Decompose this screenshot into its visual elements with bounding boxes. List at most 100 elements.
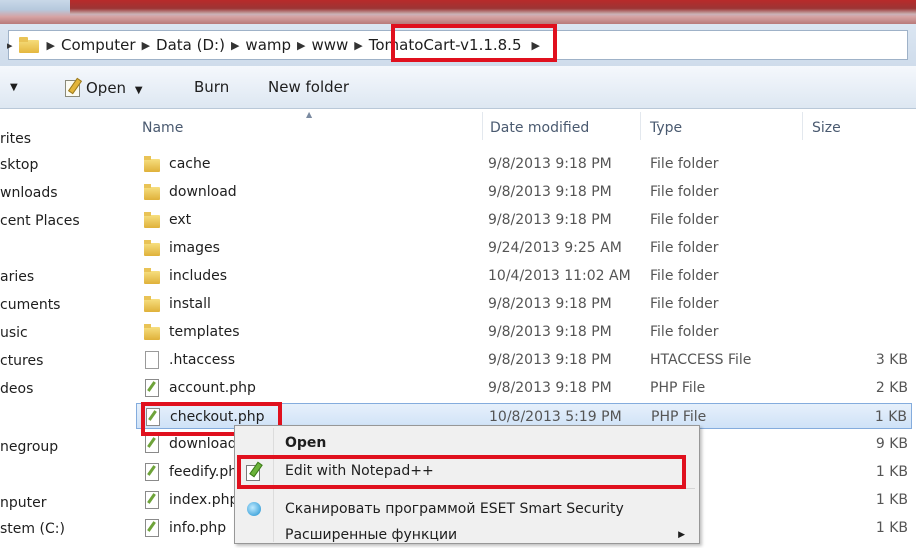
file-name: download xyxy=(169,436,237,452)
nav-item-music[interactable]: usic xyxy=(0,325,28,341)
file-row[interactable]: templates 9/8/2013 9:18 PM File folder xyxy=(136,319,912,345)
file-type: File folder xyxy=(650,240,719,256)
file-type: File folder xyxy=(650,184,719,200)
file-type: HTACCESS File xyxy=(650,352,752,368)
php-file-icon xyxy=(142,491,162,509)
file-date: 10/8/2013 5:19 PM xyxy=(489,409,622,425)
file-date: 9/8/2013 9:18 PM xyxy=(488,212,612,228)
file-name: includes xyxy=(169,268,228,284)
file-row[interactable]: .htaccess 9/8/2013 9:18 PM HTACCESS File 3 … xyxy=(136,347,912,373)
file-type: PHP File xyxy=(651,409,707,425)
breadcrumb-wamp[interactable]: wamp xyxy=(245,36,291,54)
file-name: ext xyxy=(169,212,192,228)
organize-dropdown-arrow-icon[interactable]: ▼ xyxy=(10,82,18,93)
context-menu-eset-scan-label: Сканировать программой ESET Smart Securi… xyxy=(285,501,624,517)
folder-icon xyxy=(18,37,39,53)
nav-item-pictures[interactable]: ctures xyxy=(0,353,43,369)
chevron-right-icon[interactable]: ▶ xyxy=(47,39,55,52)
file-type: File folder xyxy=(650,324,719,340)
chevron-right-icon[interactable]: ▶ xyxy=(297,39,305,52)
open-dropdown-arrow-icon[interactable]: ▼ xyxy=(135,85,143,96)
file-name: cache xyxy=(169,156,211,172)
open-button[interactable]: Open ▼ xyxy=(64,78,143,97)
file-type: File folder xyxy=(650,268,719,284)
file-row[interactable]: download 9/8/2013 9:18 PM File folder xyxy=(136,179,912,205)
file-date: 9/8/2013 9:18 PM xyxy=(488,184,612,200)
file-type: File folder xyxy=(650,156,719,172)
file-name: feedify.ph xyxy=(169,464,238,480)
file-row[interactable]: ext 9/8/2013 9:18 PM File folder xyxy=(136,207,912,233)
column-divider[interactable] xyxy=(482,112,483,140)
php-file-icon xyxy=(142,435,162,453)
eset-icon xyxy=(247,502,261,516)
folder-icon xyxy=(142,267,162,285)
column-header-name[interactable]: Name xyxy=(142,120,183,136)
file-date: 9/8/2013 9:18 PM xyxy=(488,296,612,312)
nav-item-desktop[interactable]: sktop xyxy=(0,157,38,173)
folder-icon xyxy=(142,239,162,257)
file-size: 1 KB xyxy=(875,520,908,536)
chevron-right-icon[interactable]: ▶ xyxy=(142,39,150,52)
column-header-date[interactable]: Date modified xyxy=(490,120,589,136)
column-header-type[interactable]: Type xyxy=(650,120,682,136)
file-size: 1 KB xyxy=(874,409,907,425)
file-type: File folder xyxy=(650,296,719,312)
file-row[interactable]: images 9/24/2013 9:25 AM File folder xyxy=(136,235,912,261)
file-date: 9/24/2013 9:25 AM xyxy=(488,240,622,256)
nav-item-documents[interactable]: cuments xyxy=(0,297,60,313)
folder-icon xyxy=(142,295,162,313)
column-headers: Name Date modified Type Size xyxy=(130,109,916,139)
file-name: templates xyxy=(169,324,240,340)
php-file-icon xyxy=(142,379,162,397)
file-row[interactable]: includes 10/4/2013 11:02 AM File folder xyxy=(136,263,912,289)
highlight-box-edit-notepad xyxy=(237,455,686,489)
breadcrumb-computer[interactable]: Computer xyxy=(61,36,136,54)
nav-item-homegroup[interactable]: negroup xyxy=(0,439,58,455)
file-row[interactable]: account.php 9/8/2013 9:18 PM PHP File 2 KB xyxy=(136,375,912,401)
file-icon xyxy=(142,351,162,369)
column-divider[interactable] xyxy=(802,112,803,140)
context-menu-eset-scan[interactable]: Сканировать программой ESET Smart Securi… xyxy=(235,496,699,522)
chevron-right-icon[interactable]: ▶ xyxy=(231,39,239,52)
column-divider[interactable] xyxy=(640,112,641,140)
file-size: 1 KB xyxy=(875,464,908,480)
open-button-label: Open xyxy=(86,79,127,97)
breadcrumb-data-drive[interactable]: Data (D:) xyxy=(156,36,225,54)
submenu-arrow-icon: ▶ xyxy=(678,530,685,540)
nav-item-downloads[interactable]: wnloads xyxy=(0,185,58,201)
column-header-size[interactable]: Size xyxy=(812,120,841,136)
folder-icon xyxy=(142,211,162,229)
file-row[interactable]: cache 9/8/2013 9:18 PM File folder xyxy=(136,151,912,177)
file-date: 9/8/2013 9:18 PM xyxy=(488,324,612,340)
command-toolbar: ▼ Open ▼ Burn New folder xyxy=(0,66,916,109)
context-menu-advanced[interactable]: Расширенные функции ▶ xyxy=(235,522,699,548)
nav-item-favorites[interactable]: rites xyxy=(0,131,31,147)
context-menu-open[interactable]: Open xyxy=(235,430,699,456)
window-title-bar xyxy=(0,0,916,24)
php-file-icon xyxy=(142,519,162,537)
breadcrumb-www[interactable]: www xyxy=(311,36,348,54)
nav-item-videos[interactable]: deos xyxy=(0,381,33,397)
nav-item-computer[interactable]: nputer xyxy=(0,495,47,511)
burn-button[interactable]: Burn xyxy=(194,78,229,96)
file-name: images xyxy=(169,240,220,256)
folder-icon xyxy=(142,183,162,201)
file-date: 9/8/2013 9:18 PM xyxy=(488,352,612,368)
highlight-box-tomatocart xyxy=(391,24,557,62)
file-date: 10/4/2013 11:02 AM xyxy=(488,268,631,284)
file-row[interactable]: install 9/8/2013 9:18 PM File folder xyxy=(136,291,912,317)
new-folder-button[interactable]: New folder xyxy=(268,78,349,96)
nav-item-libraries[interactable]: aries xyxy=(0,269,34,285)
folder-icon xyxy=(142,323,162,341)
chevron-right-icon[interactable]: ▶ xyxy=(354,39,362,52)
back-chevron-icon[interactable]: ▸ xyxy=(7,39,13,52)
file-name: account.php xyxy=(169,380,256,396)
nav-item-recent-places[interactable]: cent Places xyxy=(0,213,80,229)
file-type: File folder xyxy=(650,212,719,228)
context-menu-advanced-label: Расширенные функции xyxy=(285,527,458,543)
nav-item-system-drive[interactable]: stem (C:) xyxy=(0,521,65,537)
address-bar-area: ▸ ▶ Computer ▶ Data (D:) ▶ wamp ▶ www ▶ … xyxy=(0,24,916,66)
sort-ascending-icon: ▲ xyxy=(306,110,313,119)
notepad-icon xyxy=(64,78,82,97)
file-size: 2 KB xyxy=(875,380,908,396)
